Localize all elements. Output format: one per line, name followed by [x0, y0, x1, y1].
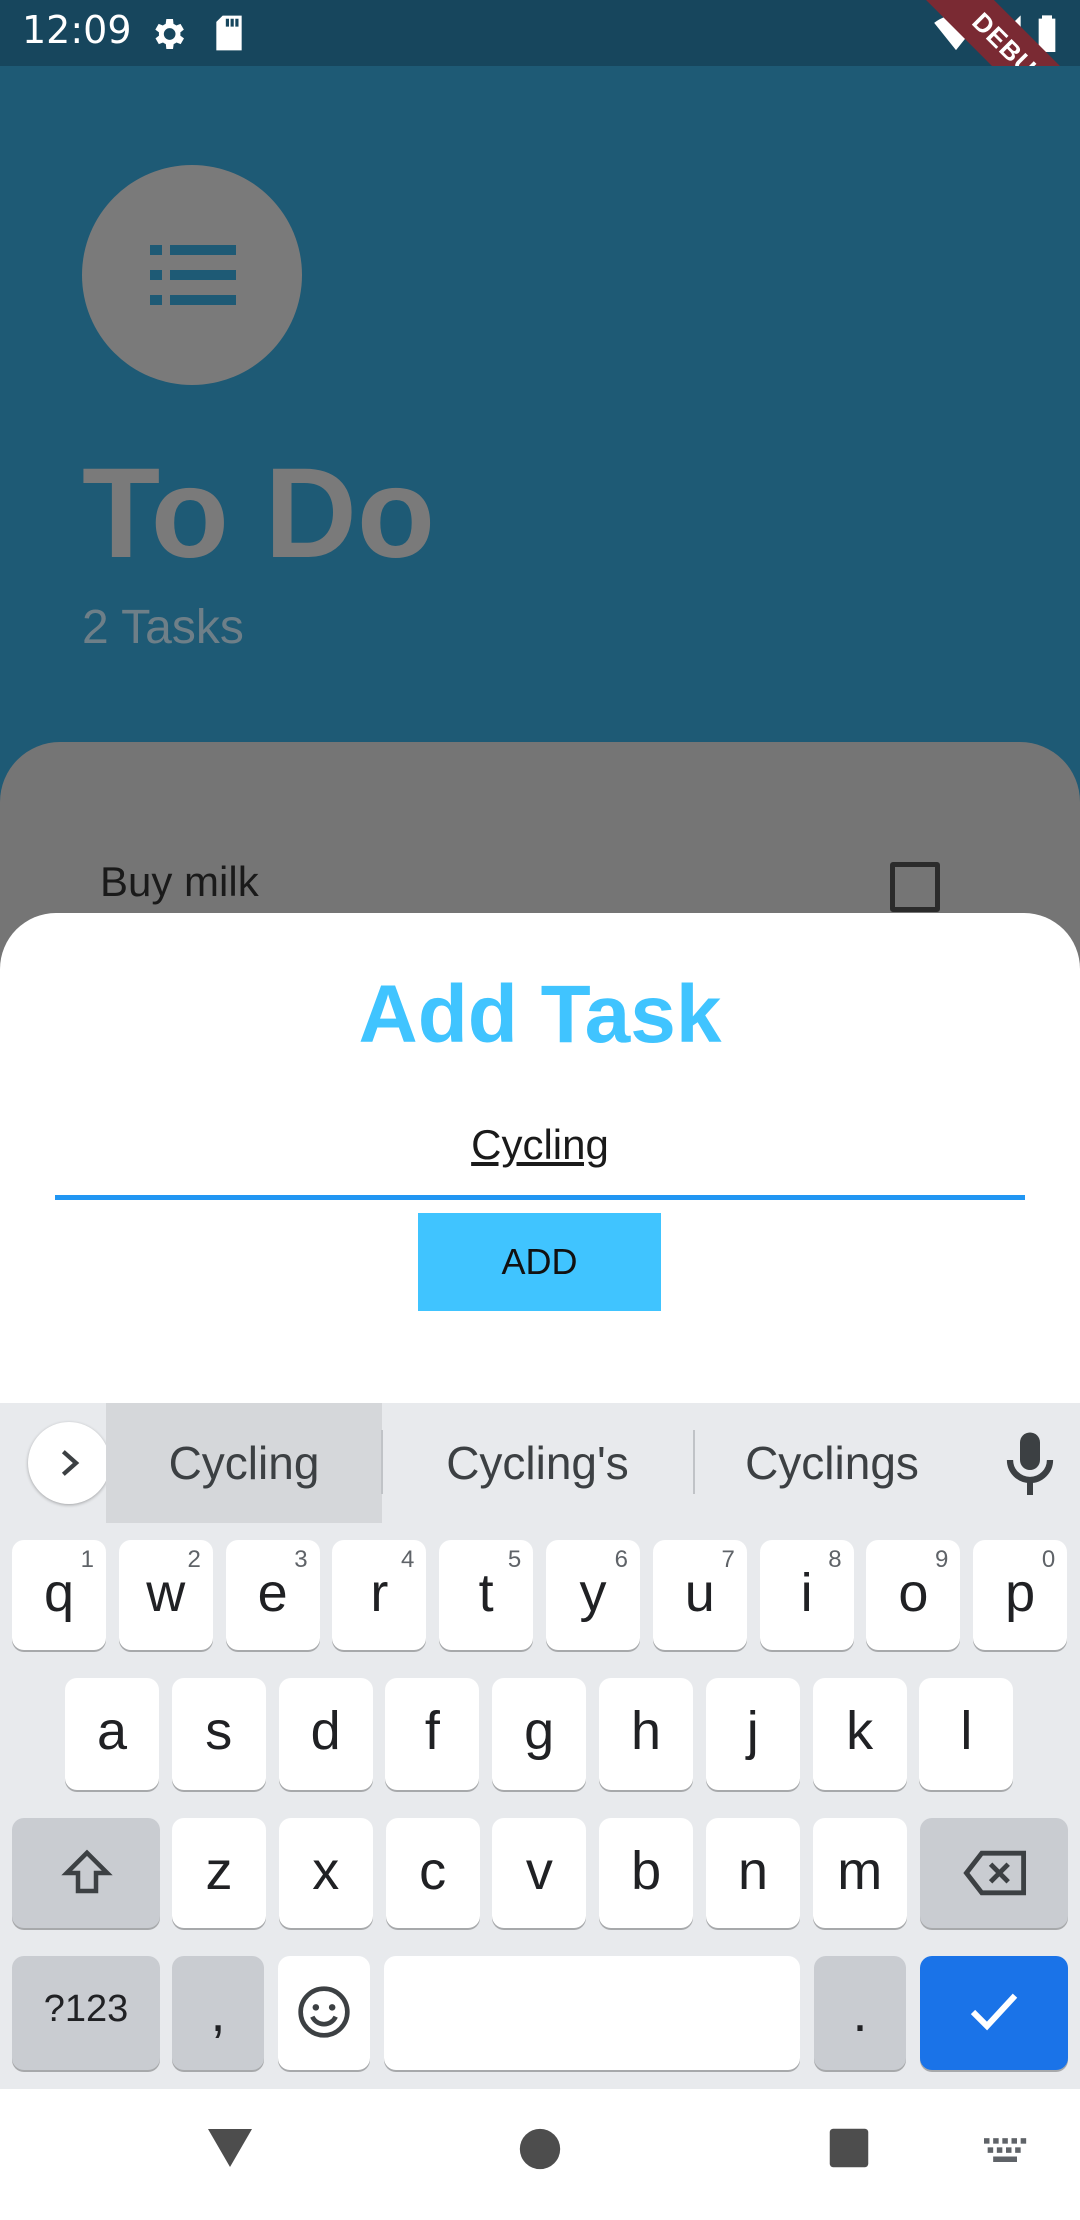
key-d[interactable]: d — [278, 1678, 373, 1790]
back-triangle-icon[interactable] — [206, 2127, 254, 2169]
key-o[interactable]: o9 — [866, 1540, 961, 1650]
key-label: n — [737, 1841, 769, 1901]
suggestion-2[interactable]: Cycling's — [385, 1403, 690, 1523]
key-q[interactable]: q1 — [12, 1540, 106, 1650]
page-title: To Do — [82, 442, 436, 585]
key-hint: 4 — [401, 1546, 415, 1573]
key-label: f — [424, 1701, 440, 1761]
key-h[interactable]: h — [599, 1678, 693, 1790]
key-hint: 1 — [80, 1546, 94, 1573]
key-label: a — [96, 1701, 128, 1761]
key-c[interactable]: c — [385, 1818, 480, 1928]
key-hint: 8 — [828, 1546, 842, 1573]
key-label: g — [524, 1701, 555, 1761]
task-count: 2 Tasks — [82, 601, 244, 654]
status-time: 12:09 — [22, 8, 132, 52]
key-hint: 0 — [1041, 1546, 1056, 1573]
task-input[interactable] — [55, 1095, 1025, 1200]
key-label: b — [631, 1841, 662, 1901]
key-y[interactable]: y6 — [546, 1540, 640, 1650]
emoji-icon — [298, 1986, 350, 2038]
key-label: c — [419, 1841, 447, 1901]
key-l[interactable]: l — [919, 1678, 1014, 1790]
key-w[interactable]: w2 — [118, 1540, 213, 1650]
suggestion-divider — [693, 1430, 695, 1494]
key-hint: 6 — [614, 1546, 628, 1573]
key-u[interactable]: u7 — [652, 1540, 747, 1650]
period-key[interactable]: . — [814, 1956, 906, 2070]
comma-key[interactable]: , — [172, 1956, 264, 2070]
backspace-icon — [963, 1850, 1027, 1896]
key-hint: 5 — [507, 1546, 522, 1573]
key-label: k — [846, 1701, 874, 1761]
space-key[interactable] — [384, 1956, 800, 2070]
key-label: l — [960, 1701, 973, 1761]
key-p[interactable]: p0 — [973, 1540, 1068, 1650]
key-m[interactable]: m — [812, 1818, 907, 1928]
shift-icon — [61, 1849, 113, 1894]
task-checkbox[interactable] — [890, 862, 940, 912]
navigation-bar — [0, 2089, 1080, 2220]
shift-key[interactable] — [12, 1818, 160, 1928]
key-label: s — [205, 1701, 233, 1761]
symbols-key[interactable]: ?123 — [12, 1956, 160, 2070]
microphone-icon[interactable] — [1000, 1430, 1060, 1500]
app-logo — [82, 165, 302, 385]
suggestion-expand-button[interactable] — [28, 1422, 110, 1504]
task-label: Buy milk — [100, 858, 259, 905]
comma-key-label: , — [210, 1983, 226, 2043]
key-k[interactable]: k — [812, 1678, 907, 1790]
period-key-label: . — [852, 1983, 868, 2043]
suggestion-divider — [381, 1430, 383, 1494]
key-x[interactable]: x — [278, 1818, 373, 1928]
key-s[interactable]: s — [171, 1678, 266, 1790]
key-label: j — [746, 1701, 759, 1761]
key-label: z — [205, 1841, 233, 1901]
key-label: d — [310, 1701, 341, 1761]
key-b[interactable]: b — [599, 1818, 694, 1928]
key-label: m — [837, 1841, 883, 1901]
key-label: x — [312, 1841, 340, 1901]
keyboard-switch-icon[interactable] — [984, 2137, 1028, 2165]
key-a[interactable]: a — [65, 1678, 159, 1790]
key-hint: 7 — [721, 1546, 735, 1573]
key-g[interactable]: g — [492, 1678, 587, 1790]
home-circle-icon[interactable] — [518, 2127, 562, 2171]
backspace-key[interactable] — [920, 1818, 1068, 1928]
key-hint: 2 — [187, 1546, 201, 1573]
suggestion-1[interactable]: Cycling — [106, 1403, 382, 1523]
recents-square-icon[interactable] — [828, 2127, 870, 2169]
add-button[interactable]: ADD — [418, 1213, 661, 1311]
sheet-title: Add Task — [358, 969, 722, 1060]
list-icon — [150, 245, 236, 305]
key-n[interactable]: n — [706, 1818, 800, 1928]
checkmark-icon — [970, 1993, 1018, 2031]
key-label: h — [630, 1701, 662, 1761]
key-t[interactable]: t5 — [439, 1540, 534, 1650]
key-hint: 9 — [935, 1546, 949, 1573]
suggestion-3[interactable]: Cyclings — [697, 1403, 967, 1523]
sd-card-icon — [216, 15, 242, 51]
key-f[interactable]: f — [385, 1678, 480, 1790]
settings-icon — [155, 19, 184, 49]
key-v[interactable]: v — [492, 1818, 587, 1928]
key-i[interactable]: i8 — [759, 1540, 854, 1650]
key-hint: 3 — [294, 1546, 308, 1573]
key-label: v — [525, 1841, 553, 1901]
enter-key[interactable] — [920, 1956, 1068, 2070]
chevron-right-icon — [61, 1450, 80, 1476]
key-z[interactable]: z — [172, 1818, 266, 1928]
symbols-key-label: ?123 — [43, 1988, 129, 2030]
key-j[interactable]: j — [705, 1678, 800, 1790]
emoji-key[interactable] — [278, 1956, 370, 2070]
key-r[interactable]: r4 — [332, 1540, 427, 1650]
key-e[interactable]: e3 — [225, 1540, 320, 1650]
status-bar: 12:09 — [0, 0, 1080, 66]
